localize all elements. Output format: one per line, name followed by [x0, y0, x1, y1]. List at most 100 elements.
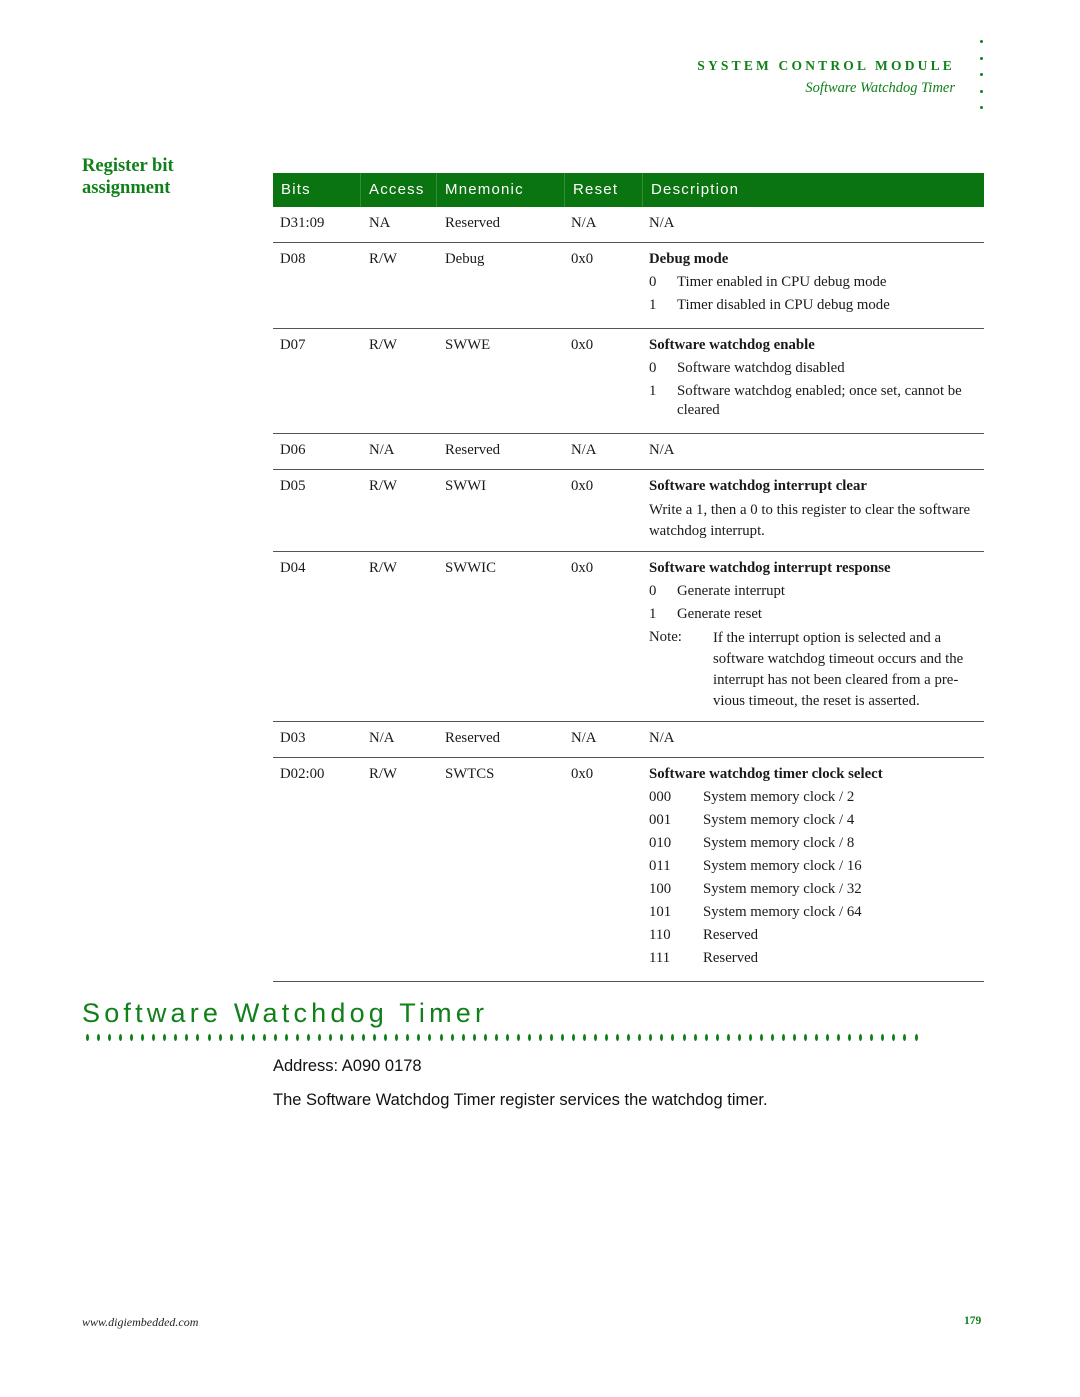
option-item: 1 Generate reset	[649, 605, 976, 624]
table-row: D04 R/W SWWIC 0x0 Software watchdog interrup…	[273, 552, 984, 722]
rule-dot	[671, 1034, 675, 1041]
option-meaning: Timer disabled in CPU debug mode	[677, 297, 890, 313]
cell-access: N/A	[369, 442, 395, 458]
rule-dot	[141, 1034, 145, 1041]
table-row: D05 R/W SWWI 0x0 Software watchdog interrupt…	[273, 470, 984, 552]
option-value: 111	[649, 950, 671, 966]
side-heading-line1: Register bit	[82, 156, 174, 176]
option-meaning: System memory clock / 16	[703, 858, 862, 874]
header-bits: Bits	[273, 173, 361, 207]
table-header-row: Bits Access Mnemonic Reset Description	[273, 173, 984, 207]
cell-description: Software watchdog timer clock select 000 S…	[643, 765, 984, 972]
page-number: 179	[964, 1315, 982, 1327]
rule-dot	[185, 1034, 189, 1041]
option-value: 001	[649, 812, 672, 828]
rule-dot	[804, 1034, 808, 1041]
rule-dot	[494, 1034, 498, 1041]
rule-dot	[583, 1034, 587, 1041]
description-title: Software watchdog interrupt response	[649, 560, 891, 576]
cell-description: N/A	[643, 214, 984, 233]
option-value: 110	[649, 927, 671, 943]
side-heading: Register bit assignment	[82, 155, 174, 199]
option-item: 0 Timer enabled in CPU debug mode	[649, 273, 976, 292]
table-row: D07 R/W SWWE 0x0 Software watchdog enable 0 So…	[273, 329, 984, 434]
description-title: Software watchdog enable	[649, 337, 815, 353]
option-meaning: Reserved	[703, 950, 759, 966]
note: Note: If the interrupt option is selected…	[649, 628, 976, 712]
cell-access: R/W	[369, 337, 397, 353]
rule-dot	[715, 1034, 719, 1041]
rule-dot	[439, 1034, 443, 1041]
option-value: 011	[649, 858, 671, 874]
cell-bits: D06	[280, 442, 306, 458]
option-item: 1 Software watchdog enabled; once set, ca…	[649, 382, 976, 420]
rule-dot	[892, 1034, 896, 1041]
rule-dot	[770, 1034, 774, 1041]
rule-dot	[384, 1034, 388, 1041]
rule-dot	[340, 1034, 344, 1041]
option-value: 1	[649, 606, 657, 622]
rule-dot	[837, 1034, 841, 1041]
table-row: D03 N/A Reserved N/A N/A	[273, 722, 984, 758]
option-item: 011 System memory clock / 16	[649, 857, 976, 876]
rule-dot	[793, 1034, 796, 1041]
rule-dot	[130, 1034, 134, 1041]
dotted-rule	[86, 1034, 918, 1042]
cell-reset: 0x0	[571, 560, 594, 576]
cell-mnemonic: SWWIC	[445, 560, 496, 576]
header-reset: Reset	[565, 173, 643, 207]
rule-dot	[870, 1034, 874, 1041]
rule-dot	[826, 1034, 830, 1041]
rule-dot	[174, 1034, 178, 1041]
rule-dot	[505, 1034, 509, 1041]
rule-dot	[638, 1034, 642, 1041]
rule-dot	[461, 1034, 465, 1041]
option-meaning: Reserved	[703, 927, 759, 943]
option-value: 101	[649, 904, 672, 920]
rule-dot	[649, 1034, 653, 1041]
cell-mnemonic: Reserved	[445, 215, 501, 231]
header-dots-decoration	[980, 40, 986, 123]
rule-dot	[450, 1034, 454, 1041]
footer-url[interactable]: www.digiembedded.com	[82, 1315, 198, 1330]
table-row: D31:09 NA Reserved N/A N/A	[273, 207, 984, 243]
register-bit-table: Bits Access Mnemonic Reset Description D…	[273, 173, 984, 982]
cell-access: R/W	[369, 478, 397, 494]
option-meaning: Timer enabled in CPU debug mode	[677, 274, 887, 290]
option-item: 0 Software watchdog disabled	[649, 359, 976, 378]
option-value: 0	[649, 360, 657, 376]
rule-dot	[306, 1034, 310, 1041]
cell-bits: D05	[280, 478, 306, 494]
rule-dot	[848, 1034, 852, 1041]
cell-access: NA	[369, 215, 391, 231]
rule-dot	[572, 1034, 576, 1041]
cell-reset: 0x0	[571, 251, 594, 267]
rule-dot	[229, 1034, 233, 1041]
cell-access: R/W	[369, 766, 397, 782]
cell-access: R/W	[369, 251, 397, 267]
rule-dot	[317, 1034, 321, 1041]
rule-dot	[914, 1034, 918, 1041]
header-mnemonic: Mnemonic	[437, 173, 565, 207]
rule-dot	[815, 1034, 819, 1041]
cell-bits: D04	[280, 560, 306, 576]
rule-dot	[549, 1034, 553, 1041]
rule-dot	[704, 1034, 708, 1041]
option-value: 100	[649, 881, 672, 897]
option-item: 0 Generate interrupt	[649, 582, 976, 601]
cell-description: Software watchdog interrupt clear Write a…	[643, 477, 984, 542]
cell-mnemonic: Debug	[445, 251, 485, 267]
header-description: Description	[651, 181, 740, 198]
rule-dot	[527, 1034, 531, 1041]
rule-dot	[351, 1034, 355, 1041]
cell-bits: D02:00	[280, 766, 325, 782]
header-access: Access	[361, 173, 437, 207]
option-value: 1	[649, 383, 657, 399]
rule-dot	[616, 1034, 620, 1041]
description-text: Write a 1, then a 0 to this register to …	[649, 502, 971, 539]
table-row: D06 N/A Reserved N/A N/A	[273, 434, 984, 470]
rule-dot	[373, 1034, 377, 1041]
cell-reset: N/A	[571, 442, 597, 458]
cell-reset: N/A	[571, 215, 597, 231]
table-row: D08 R/W Debug 0x0 Debug mode 0 Timer enabled i…	[273, 243, 984, 329]
